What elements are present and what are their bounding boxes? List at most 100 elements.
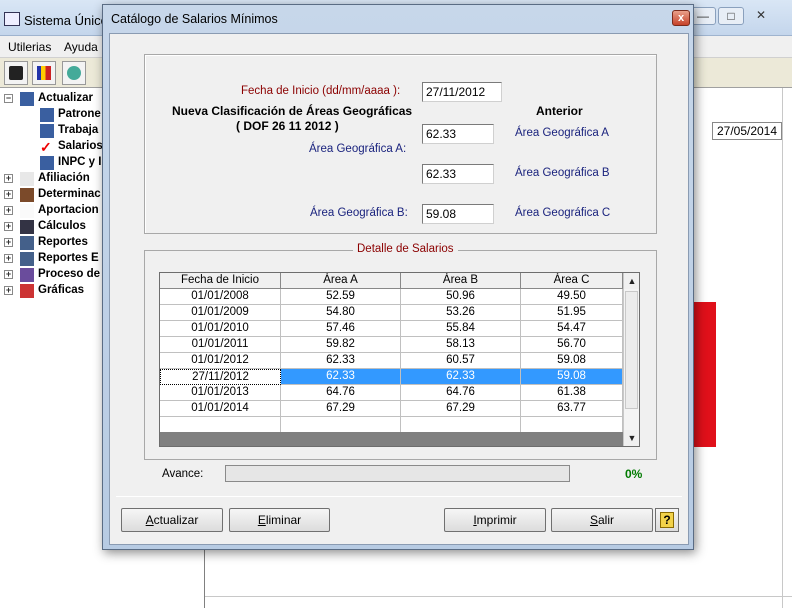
actualizar-label: ctualizar	[153, 513, 199, 527]
table-row[interactable]: 01/01/2009 54.80 53.26 51.95	[160, 305, 623, 321]
table-cell[interactable]: 50.96	[401, 289, 521, 305]
table-row[interactable]: 01/01/2008 52.59 50.96 49.50	[160, 289, 623, 305]
toolbar-search-button[interactable]	[4, 61, 28, 85]
divider	[116, 496, 682, 497]
maximize-icon[interactable]: □	[718, 7, 744, 25]
scroll-up-icon[interactable]: ▲	[624, 273, 639, 289]
area-b-label: Área Geográfica B:	[310, 207, 408, 219]
menu-utilerias[interactable]: Utilerias	[8, 40, 51, 54]
table-cell[interactable]: 62.33	[401, 369, 521, 385]
table-cell[interactable]: 62.33	[281, 369, 401, 385]
eliminar-button[interactable]: Eliminar	[229, 508, 330, 532]
table-cell[interactable]: 51.95	[521, 305, 623, 321]
expand-icon[interactable]: +	[4, 286, 13, 295]
dialog-close-button[interactable]: x	[672, 10, 690, 26]
toolbar-process-button[interactable]	[62, 61, 86, 85]
table-cell[interactable]: 01/01/2009	[160, 305, 281, 321]
salarios-grid[interactable]: Fecha de Inicio Área A Área B Área C 01/…	[159, 272, 640, 447]
table-cell[interactable]: 67.29	[401, 401, 521, 417]
table-row[interactable]	[160, 417, 623, 433]
close-icon[interactable]: ✕	[748, 7, 774, 25]
expand-icon[interactable]: +	[4, 238, 13, 247]
table-cell[interactable]: 59.08	[521, 353, 623, 369]
area-a-field[interactable]: 62.33	[422, 124, 494, 144]
table-cell[interactable]: 56.70	[521, 337, 623, 353]
vertical-scrollbar[interactable]: ▲ ▼	[623, 273, 639, 446]
table-cell[interactable]: 53.26	[401, 305, 521, 321]
table-cell[interactable]: 01/01/2011	[160, 337, 281, 353]
table-cell[interactable]: 62.33	[281, 353, 401, 369]
table-cell[interactable]: 59.08	[521, 369, 623, 385]
table-cell[interactable]: 61.38	[521, 385, 623, 401]
area-middle-field[interactable]: 62.33	[422, 164, 494, 184]
dof-subtitle: ( DOF 26 11 2012 )	[236, 119, 339, 133]
fecha-inicio-field[interactable]: 27/11/2012	[422, 82, 502, 102]
table-row[interactable]: 01/01/2012 62.33 60.57 59.08	[160, 353, 623, 369]
tree-item-label: Afiliación	[38, 172, 90, 184]
expand-icon[interactable]: +	[4, 206, 13, 215]
tree-item-label: Salarios	[58, 140, 103, 152]
menu-ayuda[interactable]: Ayuda	[64, 40, 98, 54]
table-cell[interactable]: 60.57	[401, 353, 521, 369]
table-cell[interactable]	[401, 417, 521, 433]
expand-icon[interactable]: +	[4, 270, 13, 279]
toolbar-chart-button[interactable]	[32, 61, 56, 85]
collapse-icon[interactable]: −	[4, 94, 13, 103]
table-row[interactable]: 01/01/2013 64.76 64.76 61.38	[160, 385, 623, 401]
imprimir-button[interactable]: Imprimir	[444, 508, 546, 532]
tree-item-label: Patrone	[58, 108, 101, 120]
expand-icon[interactable]: +	[4, 174, 13, 183]
table-cell[interactable]	[160, 417, 281, 433]
tree-item-label: Reportes	[38, 236, 88, 248]
expand-icon[interactable]: +	[4, 254, 13, 263]
table-cell[interactable]: 27/11/2012	[160, 369, 281, 385]
table-cell[interactable]: 54.80	[281, 305, 401, 321]
table-cell[interactable]: 64.76	[281, 385, 401, 401]
column-header-area-b[interactable]: Área B	[401, 273, 521, 289]
table-cell[interactable]: 52.59	[281, 289, 401, 305]
table-cell[interactable]: 54.47	[521, 321, 623, 337]
table-cell[interactable]: 01/01/2014	[160, 401, 281, 417]
expand-icon[interactable]: +	[4, 190, 13, 199]
table-row[interactable]: 01/01/2014 67.29 67.29 63.77	[160, 401, 623, 417]
scroll-thumb[interactable]	[625, 291, 638, 409]
grid-header: Fecha de Inicio Área A Área B Área C	[160, 273, 623, 289]
expand-icon[interactable]: +	[4, 222, 13, 231]
column-header-area-a[interactable]: Área A	[281, 273, 401, 289]
column-header-fecha[interactable]: Fecha de Inicio	[160, 273, 281, 289]
area-b-field[interactable]: 59.08	[422, 204, 494, 224]
table-cell[interactable]: 64.76	[401, 385, 521, 401]
table-cell[interactable]	[281, 417, 401, 433]
column-header-area-c[interactable]: Área C	[521, 273, 623, 289]
table-cell[interactable]: 01/01/2010	[160, 321, 281, 337]
actualizar-button[interactable]: Actualizar	[121, 508, 223, 532]
divider	[782, 88, 783, 608]
table-cell[interactable]: 67.29	[281, 401, 401, 417]
table-cell[interactable]: 58.13	[401, 337, 521, 353]
tree-item-label: INPC y I	[58, 156, 102, 168]
table-cell[interactable]	[521, 417, 623, 433]
checkmark-icon: ✓	[40, 139, 52, 155]
table-row[interactable]: 01/01/2010 57.46 55.84 54.47	[160, 321, 623, 337]
table-cell[interactable]: 59.82	[281, 337, 401, 353]
magnifier-icon	[9, 66, 23, 80]
tree-item-label: Actualizar	[38, 92, 93, 104]
table-cell[interactable]: 01/01/2012	[160, 353, 281, 369]
table-cell[interactable]: 01/01/2008	[160, 289, 281, 305]
bar-chart-icon	[20, 284, 34, 298]
help-button[interactable]: ?	[655, 508, 679, 532]
table-cell[interactable]: 55.84	[401, 321, 521, 337]
table-cell[interactable]: 49.50	[521, 289, 623, 305]
table-cell[interactable]: 63.77	[521, 401, 623, 417]
anterior-area-c-label: Área Geográfica C	[515, 207, 611, 219]
salir-button[interactable]: Salir	[551, 508, 653, 532]
table-cell[interactable]: 01/01/2013	[160, 385, 281, 401]
scroll-down-icon[interactable]: ▼	[624, 430, 639, 446]
document-icon	[20, 172, 34, 186]
help-icon: ?	[660, 512, 674, 528]
table-row[interactable]: 01/01/2011 59.82 58.13 56.70	[160, 337, 623, 353]
main-window-title: Sistema Único	[24, 13, 108, 28]
table-cell[interactable]: 57.46	[281, 321, 401, 337]
process-icon	[20, 268, 34, 282]
table-row[interactable]: 27/11/2012 62.33 62.33 59.08	[160, 369, 623, 385]
